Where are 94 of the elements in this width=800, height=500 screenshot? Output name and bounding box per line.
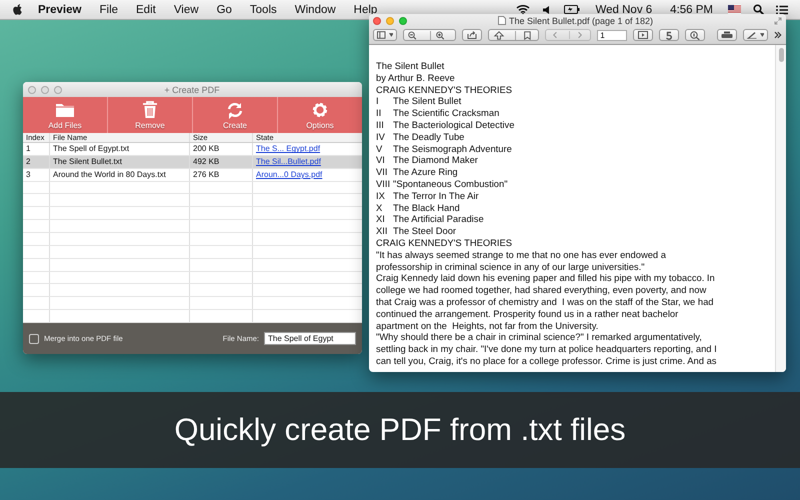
text-line: continued the arrangement. Prosperity found us in a rather neat bachelor [376, 308, 680, 320]
chapter-numeral: XI [376, 213, 386, 226]
file-link[interactable]: The S... Egypt.pdf [256, 144, 320, 154]
menu-item[interactable]: Tools [240, 4, 286, 16]
merge-checkbox[interactable] [29, 334, 39, 344]
print-button[interactable] [717, 29, 738, 41]
caret-icon [388, 33, 394, 37]
menu-item[interactable]: View [164, 4, 208, 16]
table-cell: 3 [23, 168, 50, 181]
trash-icon [140, 100, 160, 118]
chapter-title: The Scientific Cracksman [393, 107, 500, 119]
chapter-title: The Black Hand [393, 202, 460, 214]
menu-item[interactable]: Go [208, 4, 241, 16]
text-line: college we had roomed together, had shared everything, even poverty, and now [376, 284, 708, 296]
text-line: settling back in my chair. "I've done my turn at police headquarters reporting, and I [376, 343, 718, 355]
caption-text: Quickly create PDF from .txt files [174, 412, 626, 448]
text-line: apartment on the Heights, not far from the University. [376, 320, 600, 332]
window-title: The Silent Bullet.pdf (page 1 of 182) [508, 16, 654, 26]
table-cell: 492 KB [190, 156, 253, 168]
share-icon [466, 31, 477, 39]
chapter-numeral: IX [376, 190, 386, 202]
chapter-numeral: V [376, 142, 384, 154]
magnifier-icon [690, 30, 700, 40]
printer-icon [721, 31, 734, 39]
table-row[interactable]: 3 Around the World in 80 Days.txt 276 KB Aroun...0 Days.pdf [23, 168, 362, 182]
chapter-numeral: VI [376, 154, 386, 166]
overflow-chevrons-icon[interactable] [774, 31, 782, 39]
chapter-numeral: XII [376, 225, 388, 237]
scrollbar[interactable] [775, 45, 786, 372]
table-cell: The Silent Bullet.txt [50, 156, 190, 168]
file-name-field[interactable]: The Spell of Egypt [264, 332, 356, 345]
chapter-title: The Silent Bullet [393, 95, 462, 108]
chapter-title: The Diamond Maker [393, 154, 478, 166]
table-cell: Around the World in 80 Days.txt [50, 168, 190, 181]
text-line: by Arthur B. Reeve [376, 72, 456, 84]
page-number-field[interactable]: 1 [597, 30, 628, 40]
chapter-numeral: VIII [376, 178, 392, 190]
chapter-title: The Artificial Paradise [393, 213, 484, 226]
flag-icon[interactable] [728, 5, 741, 14]
chapter-title: The Deadly Tube [393, 130, 464, 143]
battery-icon[interactable] [564, 5, 580, 14]
text-line: professorship in criminal science in any of our large universities." [376, 260, 646, 272]
file-link[interactable]: Aroun...0 Days.pdf [256, 170, 322, 180]
chapter-numeral: VII [376, 166, 388, 178]
table-row[interactable]: 2 The Silent Bullet.txt 492 KB The Sil...Bullet.pdf [23, 156, 362, 169]
chapter-numeral: I [376, 95, 380, 108]
menu-item[interactable]: Edit [127, 4, 165, 16]
wifi-icon[interactable] [516, 4, 530, 15]
annotate-button[interactable] [743, 29, 768, 41]
slideshow-button[interactable] [633, 29, 654, 41]
table-cell: 200 KB [190, 143, 253, 155]
document-icon [498, 16, 506, 25]
table-cell: 2 [23, 156, 50, 168]
chapter-numeral: IV [376, 130, 386, 143]
chapter-title: The Seismograph Adventure [393, 142, 512, 154]
share-button[interactable] [462, 29, 482, 41]
text-line: can tell you, Craig, it's no place for a college professor. Crime is just crime. And as [376, 354, 718, 367]
menu-clock[interactable]: 4:56 PM [661, 4, 722, 16]
sidebar-icon [377, 31, 386, 39]
caret-icon [760, 33, 764, 37]
app-menu[interactable]: Preview [29, 4, 90, 16]
chapter-title: "Spontaneous Combustion" [393, 178, 508, 190]
menu-item[interactable]: File [90, 4, 128, 16]
pen-icon [747, 31, 757, 39]
file-link[interactable]: The Sil...Bullet.pdf [256, 157, 321, 166]
sidebar-button[interactable] [373, 29, 398, 41]
list-icon[interactable] [776, 4, 788, 14]
chapter-title: The Terror In The Air [393, 190, 479, 202]
table-cell: 1 [23, 143, 50, 155]
chapter-numeral: III [376, 118, 385, 131]
text-line: Craig Kennedy laid down his evening paper and filled his pipe with my tobacco. In [376, 272, 716, 284]
gear-icon [310, 100, 330, 118]
inspector-button[interactable] [685, 29, 706, 41]
text-line: CRAIG KENNEDY'S THEORIES [376, 84, 514, 96]
chapter-title: The Steel Door [393, 225, 456, 237]
search-icon[interactable] [753, 4, 764, 15]
chapter-numeral: II [376, 107, 382, 119]
text-line: "Why should there be a chair in criminal science?" I remarked argumentatively, [376, 331, 703, 344]
text-line: "It has always seemed strange to me that no one has ever endowed a [376, 248, 667, 261]
apple-icon[interactable] [12, 3, 23, 16]
slideshow-icon [638, 31, 648, 39]
refresh-icon [225, 100, 245, 118]
chapter-numeral: X [376, 202, 384, 214]
text-line: The Silent Bullet [376, 60, 446, 72]
menu-item[interactable]: Window [286, 4, 345, 16]
chapter-title: The Azure Ring [393, 166, 458, 178]
window-title: + Create PDF [163, 84, 221, 94]
table-cell: 276 KB [190, 168, 253, 181]
menu-item[interactable]: Help [344, 4, 386, 16]
chapter-title: The Bacteriological Detective [393, 118, 514, 131]
text-line: that Craig was a professor of chemistry and I was on the staff of the Star, we had [376, 296, 714, 308]
table-cell: The Spell of Egypt.txt [50, 143, 190, 155]
text-line: CRAIG KENNEDY'S THEORIES [376, 236, 514, 249]
menu-date[interactable]: Wed Nov 6 [586, 4, 662, 16]
